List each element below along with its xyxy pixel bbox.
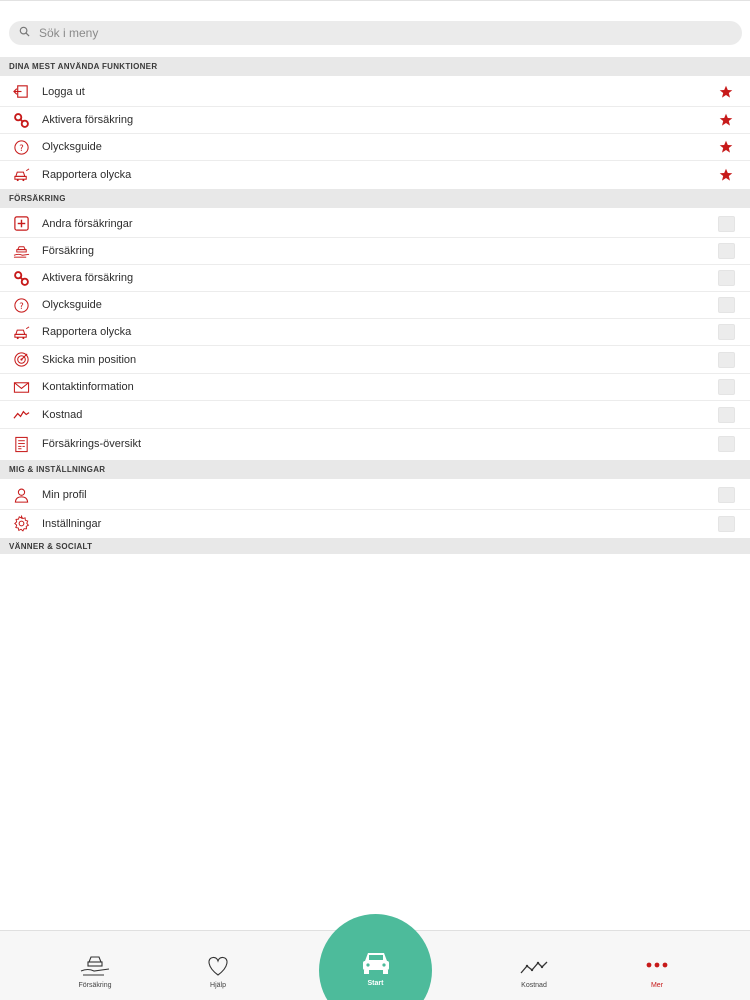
insurance-item-insurance[interactable]: Försäkring xyxy=(0,238,750,265)
favorite-toggle[interactable] xyxy=(718,406,735,423)
car-hand-icon xyxy=(12,242,30,260)
insurance-item-overview[interactable]: Försäkrings-översikt xyxy=(0,429,750,459)
car-icon xyxy=(362,953,389,974)
tab-more[interactable]: Mer xyxy=(607,931,707,1000)
link-icon xyxy=(12,111,30,129)
search-input[interactable] xyxy=(39,26,639,40)
gear-icon xyxy=(12,515,30,533)
favorite-toggle[interactable] xyxy=(718,436,735,452)
item-label: Aktivera försäkring xyxy=(42,272,134,284)
favorite-item-logout[interactable]: Logga ut xyxy=(0,77,750,107)
item-label: Inställningar xyxy=(42,517,102,530)
top-divider xyxy=(0,0,750,3)
plus-box-icon xyxy=(12,215,30,233)
item-label: Aktivera försäkring xyxy=(42,114,134,126)
insurance-item-activate-insurance[interactable]: Aktivera försäkring xyxy=(0,265,750,292)
favorite-toggle[interactable] xyxy=(718,215,735,232)
item-label: Olycksguide xyxy=(42,299,102,311)
favorite-toggle[interactable] xyxy=(718,270,735,286)
start-label: Start xyxy=(367,980,384,987)
favorite-toggle[interactable] xyxy=(718,243,735,259)
car-crash-icon xyxy=(12,166,30,184)
section-header-insurance: FÖRSÄKRING xyxy=(0,189,750,208)
insurance-item-report-accident[interactable]: Rapportera olycka xyxy=(0,319,750,346)
tab-cost[interactable]: Kostnad xyxy=(484,931,584,1000)
line-chart-icon xyxy=(520,961,548,974)
favorite-item-activate-insurance[interactable]: Aktivera försäkring xyxy=(0,107,750,134)
favorite-star-icon[interactable] xyxy=(719,85,733,99)
section-header-favorites: DINA MEST ANVÄNDA FUNKTIONER xyxy=(0,57,750,76)
favorite-toggle[interactable] xyxy=(718,351,735,368)
heart-icon xyxy=(208,956,228,976)
settings-item-settings[interactable]: Inställningar xyxy=(0,510,750,537)
tab-label: Mer xyxy=(650,982,664,989)
item-label: Min profil xyxy=(42,489,87,501)
insurance-item-contact-info[interactable]: Kontaktinformation xyxy=(0,374,750,401)
item-label: Kostnad xyxy=(42,408,83,421)
more-dots-icon xyxy=(646,962,668,968)
item-label: Logga ut xyxy=(42,85,85,98)
item-label: Rapportera olycka xyxy=(42,168,132,181)
insurance-item-accident-guide[interactable]: ? Olycksguide xyxy=(0,292,750,319)
insurance-item-other-insurances[interactable]: Andra försäkringar xyxy=(0,210,750,238)
favorite-toggle[interactable] xyxy=(718,324,735,340)
car-hand-icon xyxy=(80,956,110,976)
favorite-toggle[interactable] xyxy=(718,297,735,313)
favorite-star-icon[interactable] xyxy=(719,113,733,127)
insurance-item-cost[interactable]: Kostnad xyxy=(0,401,750,429)
favorite-toggle[interactable] xyxy=(718,487,735,503)
favorite-star-icon[interactable] xyxy=(719,140,733,154)
svg-text:?: ? xyxy=(19,143,24,153)
tab-insurance[interactable]: Försäkring xyxy=(45,931,145,1000)
question-icon: ? xyxy=(12,138,30,156)
start-button[interactable]: Start xyxy=(319,914,432,1000)
insurance-item-send-position[interactable]: Skicka min position xyxy=(0,346,750,374)
tab-label: Kostnad xyxy=(521,982,547,989)
person-icon xyxy=(12,486,30,504)
favorite-toggle[interactable] xyxy=(718,515,735,532)
svg-text:?: ? xyxy=(19,301,24,311)
item-label: Andra försäkringar xyxy=(42,217,133,230)
settings-item-my-profile[interactable]: Min profil xyxy=(0,481,750,510)
favorite-toggle[interactable] xyxy=(718,379,735,395)
tab-help[interactable]: Hjälp xyxy=(168,931,268,1000)
item-label: Rapportera olycka xyxy=(42,326,132,338)
link-icon xyxy=(12,269,30,287)
car-crash-icon xyxy=(12,323,30,341)
tab-label: Försäkring xyxy=(78,982,112,989)
section-header-friends-social: VÄNNER & SOCIALT xyxy=(0,538,750,554)
tab-label: Hjälp xyxy=(210,982,226,989)
search-bar[interactable] xyxy=(9,21,742,45)
section-header-me-settings: MIG & INSTÄLLNINGAR xyxy=(0,460,750,479)
logout-icon xyxy=(12,83,30,101)
item-label: Kontaktinformation xyxy=(42,381,134,393)
favorite-star-icon[interactable] xyxy=(719,168,733,182)
item-label: Försäkring xyxy=(42,245,94,257)
line-chart-icon xyxy=(12,406,30,424)
item-label: Skicka min position xyxy=(42,353,137,366)
search-icon xyxy=(19,24,30,42)
item-label: Försäkrings-översikt xyxy=(42,438,142,450)
favorite-item-report-accident[interactable]: Rapportera olycka xyxy=(0,161,750,188)
question-icon: ? xyxy=(12,296,30,314)
favorite-item-accident-guide[interactable]: ? Olycksguide xyxy=(0,134,750,161)
item-label: Olycksguide xyxy=(42,141,102,153)
document-icon xyxy=(12,435,30,453)
envelope-icon xyxy=(12,378,30,396)
target-icon xyxy=(12,351,30,369)
